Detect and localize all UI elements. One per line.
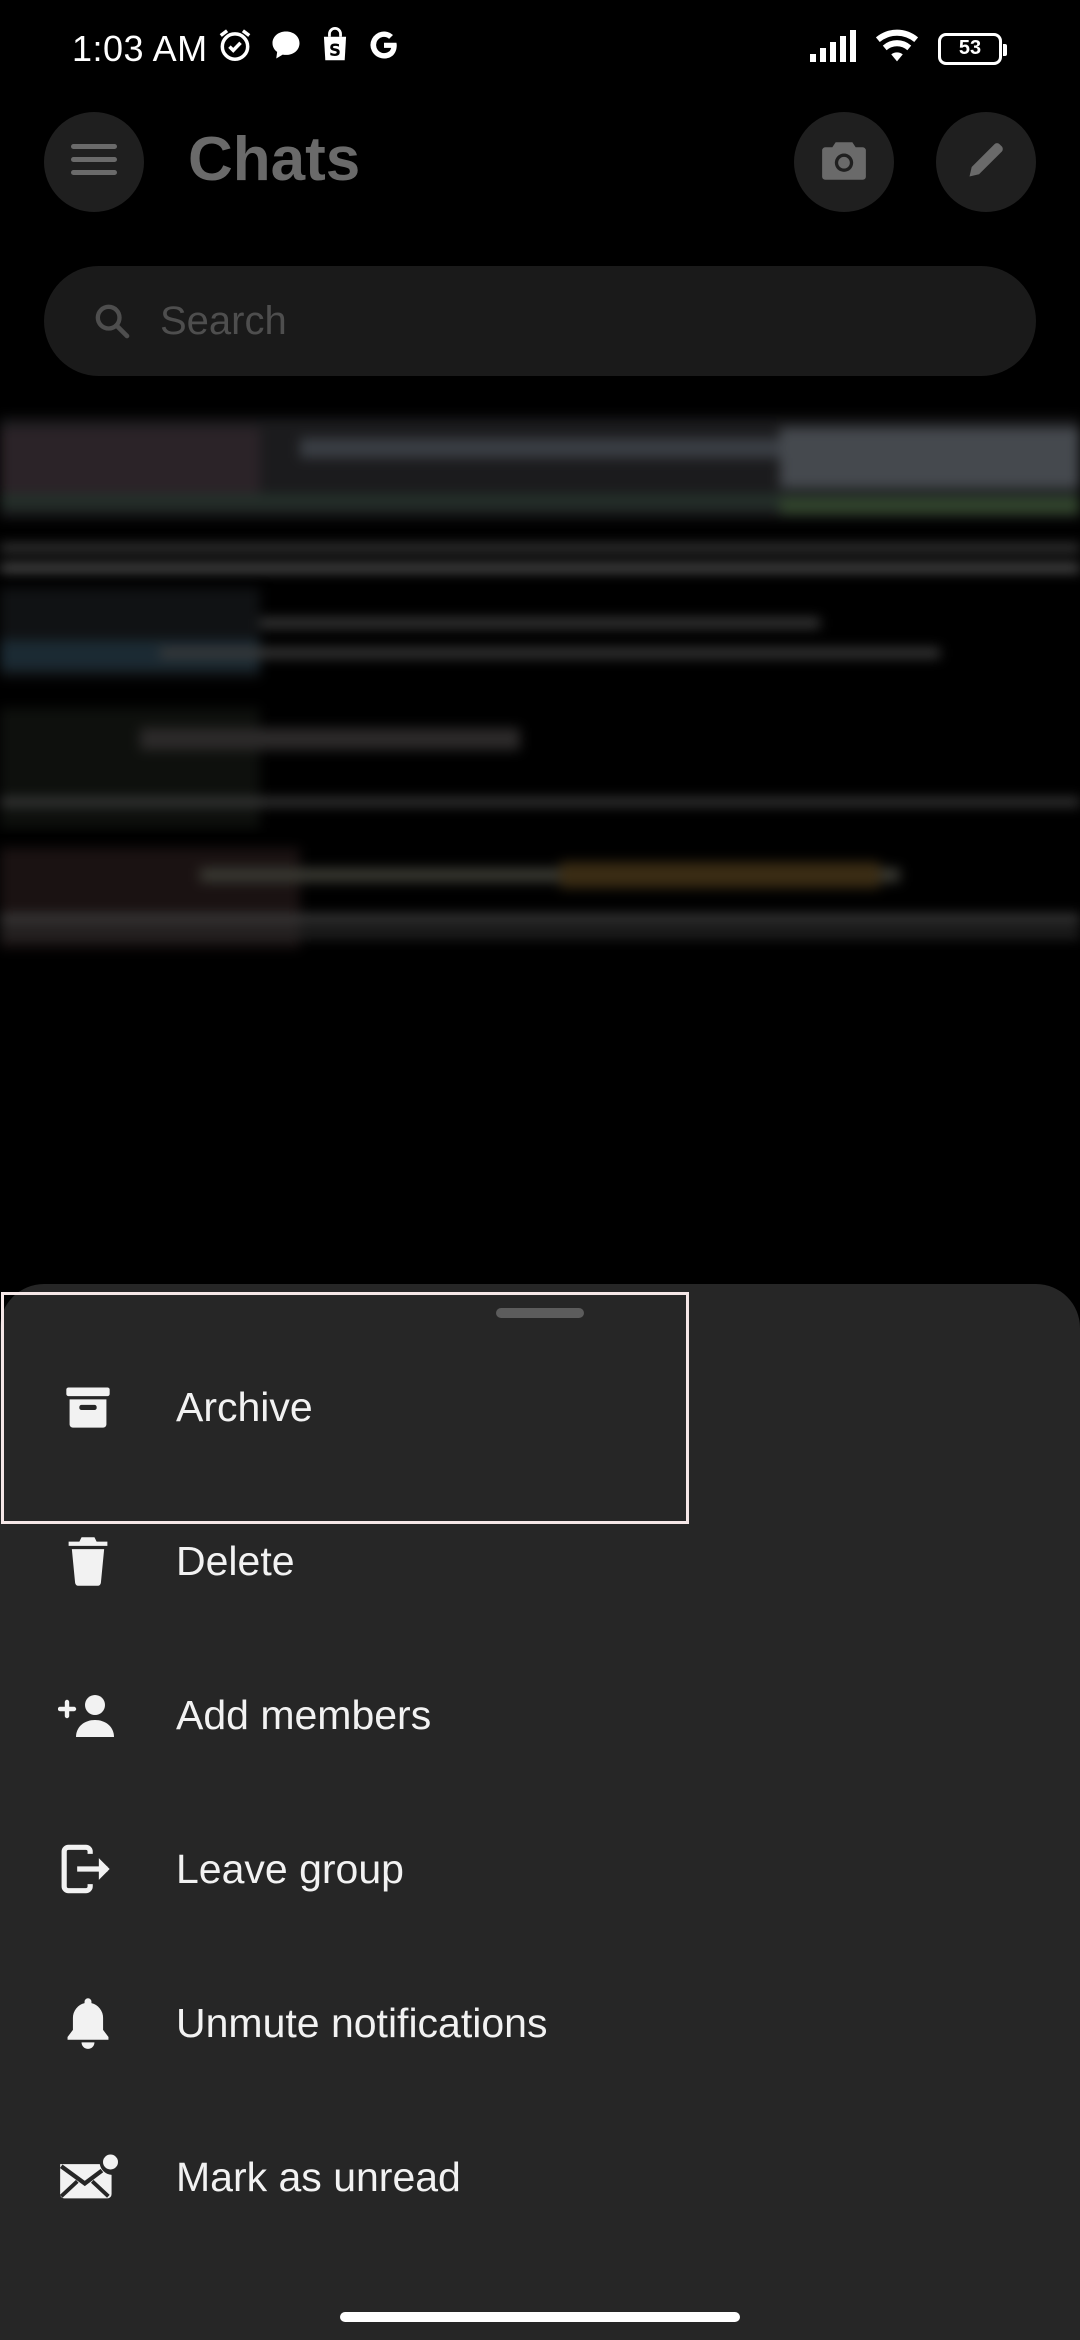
status-time: 1:03 AM — [72, 28, 208, 69]
menu-item-label: Unmute notifications — [176, 1999, 548, 2046]
menu-item-label: Mark as unread — [176, 2153, 461, 2200]
chat-row-blurred — [0, 838, 1080, 968]
chats-screen-dimmed: Chats — [0, 100, 1080, 1280]
menu-item-leave-group[interactable]: Leave group — [0, 1792, 1080, 1946]
menu-item-mark-as-unread[interactable]: Mark as unread — [0, 2100, 1080, 2254]
menu-item-add-members[interactable]: Add members — [0, 1638, 1080, 1792]
status-bar: 1:03 AM S 53 — [0, 0, 1080, 100]
chat-row-blurred — [0, 688, 1080, 838]
menu-item-label: Archive — [176, 1383, 313, 1430]
leave-icon — [58, 1839, 118, 1899]
home-indicator[interactable] — [340, 2312, 740, 2322]
chat-row-blurred — [0, 418, 1080, 518]
alarm-icon — [216, 26, 254, 64]
pencil-icon — [964, 138, 1008, 187]
svg-text:S: S — [329, 41, 341, 60]
search-icon — [88, 297, 136, 345]
hamburger-menu-icon — [71, 142, 117, 183]
google-icon — [366, 27, 402, 63]
wifi-icon — [874, 28, 920, 69]
menu-item-label: Delete — [176, 1537, 295, 1584]
battery-level: 53 — [958, 37, 982, 59]
menu-item-unmute-notifications[interactable]: Unmute notifications — [0, 1946, 1080, 2100]
trash-icon — [58, 1531, 118, 1591]
camera-button[interactable] — [794, 112, 894, 212]
notification-icons: S — [216, 26, 402, 64]
menu-item-label: Add members — [176, 1691, 432, 1738]
shopping-bag-icon: S — [318, 27, 352, 63]
chat-list-blurred — [0, 418, 1080, 1358]
drag-handle[interactable] — [496, 1308, 584, 1318]
compose-button[interactable] — [936, 112, 1036, 212]
search-input[interactable] — [158, 297, 962, 345]
menu-item-label: Leave group — [176, 1845, 404, 1892]
camera-icon — [819, 138, 869, 187]
menu-item-archive[interactable]: Archive — [0, 1330, 1080, 1484]
add-person-icon — [58, 1685, 118, 1745]
page-title: Chats — [188, 125, 361, 194]
search-bar[interactable] — [44, 266, 1036, 376]
mail-unread-icon — [58, 2147, 118, 2207]
bell-icon — [58, 1993, 118, 2053]
menu-item-delete[interactable]: Delete — [0, 1484, 1080, 1638]
chat-row-blurred — [0, 568, 1080, 688]
battery-icon: 53 — [938, 32, 1007, 65]
signal-icon — [808, 30, 856, 67]
options-bottom-sheet: Archive Delete Add members Leave group U… — [0, 1284, 1080, 2340]
hamburger-menu-button[interactable] — [44, 112, 144, 212]
system-icons: 53 — [808, 28, 1007, 69]
archive-icon — [58, 1377, 118, 1437]
chat-bubble-icon — [268, 27, 304, 63]
